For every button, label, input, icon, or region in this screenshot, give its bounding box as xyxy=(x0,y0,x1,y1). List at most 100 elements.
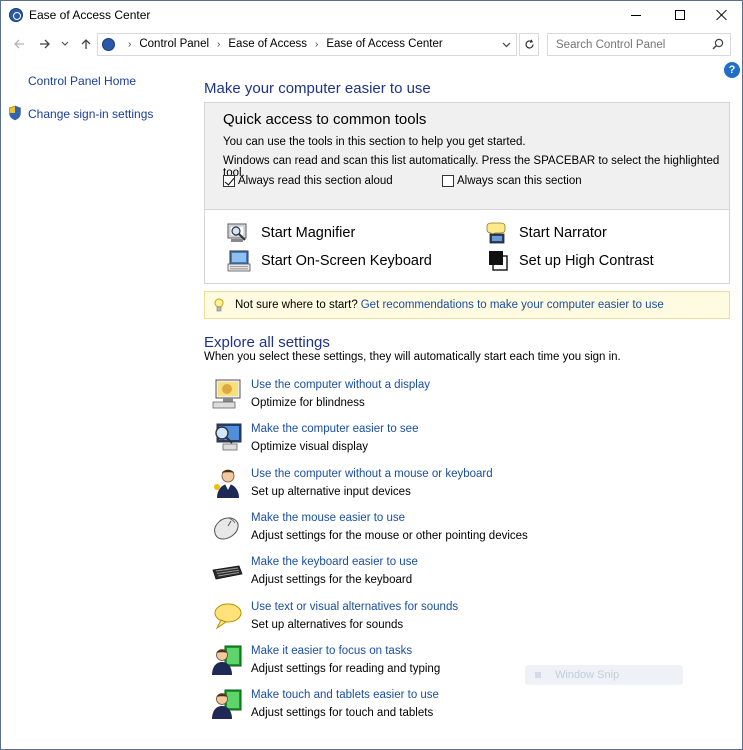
setting-item-without-mouse-keyboard: Use the computer without a mouse or keyb… xyxy=(211,467,611,507)
window-title: Ease of Access Center xyxy=(29,8,151,22)
setting-item-without-display: Use the computer without a display Optim… xyxy=(211,378,611,418)
recommendation-tip: Not sure where to start? Get recommendat… xyxy=(204,291,730,319)
setting-item-sound-alternatives: Use text or visual alternatives for soun… xyxy=(211,600,611,640)
start-on-screen-keyboard-button[interactable]: Start On-Screen Keyboard xyxy=(227,250,432,272)
start-magnifier-label: Start Magnifier xyxy=(261,225,356,241)
setting-link[interactable]: Make the mouse easier to use xyxy=(251,512,405,524)
close-button[interactable] xyxy=(699,1,742,29)
quick-access-title: Quick access to common tools xyxy=(223,111,427,128)
on-screen-keyboard-icon xyxy=(227,250,251,272)
magnifier-icon xyxy=(227,223,247,242)
title-bar[interactable]: Ease of Access Center xyxy=(1,1,742,29)
setting-description: Set up alternatives for sounds xyxy=(251,619,404,631)
setting-description: Adjust settings for the keyboard xyxy=(251,574,413,586)
setting-link[interactable]: Make touch and tablets easier to use xyxy=(251,689,439,701)
page-title: Make your computer easier to use xyxy=(204,80,431,97)
breadcrumb: › Control Panel › Ease of Access › Ease … xyxy=(120,38,443,50)
address-dropdown-button[interactable] xyxy=(499,37,513,53)
back-arrow-icon xyxy=(14,39,24,49)
search-box[interactable] xyxy=(547,33,731,56)
search-input[interactable] xyxy=(548,34,708,55)
start-magnifier-button[interactable]: Start Magnifier xyxy=(227,222,355,244)
setting-link[interactable]: Make the computer easier to see xyxy=(251,423,418,435)
mouse-icon xyxy=(214,517,239,540)
uac-shield-icon xyxy=(9,105,21,121)
quick-access-description: You can use the tools in this section to… xyxy=(223,136,526,148)
maximize-icon xyxy=(675,10,685,20)
explore-settings-heading: Explore all settings xyxy=(204,334,330,351)
navigation-bar: › Control Panel › Ease of Access › Ease … xyxy=(1,31,742,57)
recent-locations-button[interactable] xyxy=(59,34,71,54)
search-icon[interactable] xyxy=(712,38,724,50)
minimize-button[interactable] xyxy=(613,1,659,29)
window-snip-label: Window Snip xyxy=(555,669,620,681)
setting-description: Optimize visual display xyxy=(251,441,368,453)
setting-link[interactable]: Make it easier to focus on tasks xyxy=(251,645,412,657)
help-icon[interactable]: ? xyxy=(724,62,740,78)
start-on-screen-keyboard-label: Start On-Screen Keyboard xyxy=(261,253,432,269)
scan-section-checkbox[interactable] xyxy=(442,175,454,187)
forward-arrow-icon xyxy=(40,39,50,49)
user-icon xyxy=(214,469,239,498)
breadcrumb-separator-icon: › xyxy=(315,38,319,50)
breadcrumb-control-panel[interactable]: Control Panel xyxy=(139,38,209,50)
setting-description: Optimize for blindness xyxy=(251,397,365,409)
setting-description: Adjust settings for the mouse or other p… xyxy=(251,530,528,542)
setting-link[interactable]: Use text or visual alternatives for soun… xyxy=(251,601,458,613)
set-up-high-contrast-button[interactable]: Set up High Contrast xyxy=(485,250,654,272)
maximize-button[interactable] xyxy=(657,1,703,29)
setting-description: Adjust settings for touch and tablets xyxy=(251,707,434,719)
setting-link[interactable]: Use the computer without a display xyxy=(251,379,430,391)
read-aloud-checkbox[interactable] xyxy=(223,175,235,187)
read-aloud-checkbox-row[interactable]: Always read this section aloud xyxy=(223,175,393,187)
setting-link[interactable]: Make the keyboard easier to use xyxy=(251,556,418,568)
lightbulb-icon xyxy=(214,298,224,312)
high-contrast-icon xyxy=(489,251,508,271)
chevron-down-icon xyxy=(61,41,69,46)
refresh-button[interactable] xyxy=(519,33,539,56)
breadcrumb-ease-of-access[interactable]: Ease of Access xyxy=(228,38,307,50)
speech-bubble-icon xyxy=(214,603,242,630)
quick-access-section: Quick access to common tools You can use… xyxy=(204,102,730,209)
setting-link[interactable]: Use the computer without a mouse or keyb… xyxy=(251,468,493,480)
monitor-off-icon xyxy=(212,379,241,409)
forward-button[interactable] xyxy=(35,34,55,54)
breadcrumb-ease-of-access-center[interactable]: Ease of Access Center xyxy=(326,38,442,50)
setting-item-keyboard: Make the keyboard easier to use Adjust s… xyxy=(211,555,611,595)
chevron-down-icon xyxy=(502,42,510,48)
user-tablet-icon xyxy=(212,689,242,719)
up-arrow-icon xyxy=(81,39,91,49)
read-aloud-label: Always read this section aloud xyxy=(238,175,393,187)
control-panel-home-link[interactable]: Control Panel Home xyxy=(28,74,136,88)
minimize-icon xyxy=(631,14,641,16)
narrator-icon xyxy=(486,222,506,244)
user-focus-icon xyxy=(212,645,242,675)
snip-icon xyxy=(535,672,541,678)
setting-description: Adjust settings for reading and typing xyxy=(251,663,441,675)
start-narrator-button[interactable]: Start Narrator xyxy=(485,222,607,244)
scan-section-label: Always scan this section xyxy=(457,175,582,187)
start-narrator-label: Start Narrator xyxy=(519,225,607,241)
breadcrumb-separator-icon: › xyxy=(128,38,132,50)
set-up-high-contrast-label: Set up High Contrast xyxy=(519,253,654,269)
tip-text: Not sure where to start? xyxy=(235,299,358,311)
up-button[interactable] xyxy=(76,34,96,54)
address-bar[interactable]: › Control Panel › Ease of Access › Ease … xyxy=(97,33,517,56)
refresh-icon xyxy=(524,39,534,49)
setting-item-touch-tablets: Make touch and tablets easier to use Adj… xyxy=(211,688,611,728)
ease-of-access-icon xyxy=(9,8,23,22)
control-panel-icon xyxy=(102,38,115,51)
breadcrumb-separator-icon: › xyxy=(217,38,221,50)
ease-of-access-window: Ease of Access Center › Control Panel › … xyxy=(0,0,743,750)
back-button[interactable] xyxy=(9,34,29,54)
setting-description: Set up alternative input devices xyxy=(251,486,411,498)
get-recommendations-link[interactable]: Get recommendations to make your compute… xyxy=(361,299,664,311)
scan-section-checkbox-row[interactable]: Always scan this section xyxy=(442,175,582,187)
change-sign-in-settings-link[interactable]: Change sign-in settings xyxy=(28,107,153,121)
close-icon xyxy=(716,9,728,21)
monitor-magnify-icon xyxy=(215,423,242,451)
window-snip-overlay: Window Snip xyxy=(525,665,683,685)
explore-settings-subtitle: When you select these settings, they wil… xyxy=(204,351,621,363)
setting-item-mouse: Make the mouse easier to use Adjust sett… xyxy=(211,511,611,551)
keyboard-icon xyxy=(212,565,243,580)
